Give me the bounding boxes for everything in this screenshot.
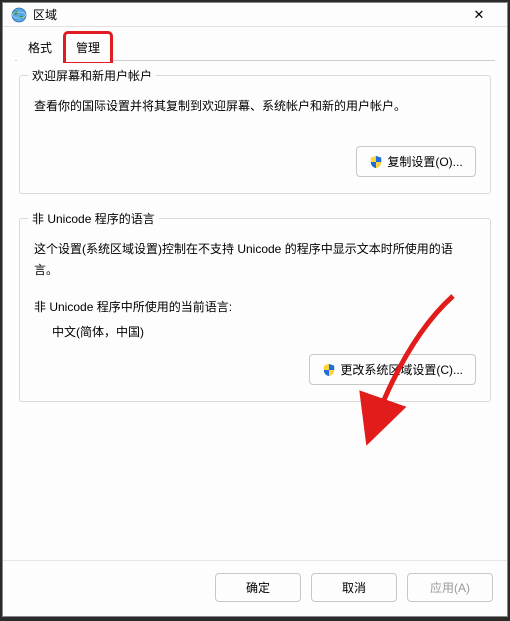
copy-settings-label: 复制设置(O)... <box>387 153 462 170</box>
titlebar: 区域 ✕ <box>3 3 507 27</box>
close-button[interactable]: ✕ <box>459 7 499 23</box>
change-system-locale-button[interactable]: 更改系统区域设置(C)... <box>309 354 476 385</box>
content-area: 格式 管理 欢迎屏幕和新用户帐户 查看你的国际设置并将其复制到欢迎屏幕、系统帐户… <box>3 27 507 560</box>
group-welcome-desc: 查看你的国际设置并将其复制到欢迎屏幕、系统帐户和新的用户帐户。 <box>34 96 476 116</box>
group-non-unicode: 非 Unicode 程序的语言 这个设置(系统区域设置)控制在不支持 Unico… <box>19 218 491 402</box>
window-title: 区域 <box>33 6 459 23</box>
current-language-value: 中文(简体，中国) <box>52 323 476 340</box>
copy-settings-button[interactable]: 复制设置(O)... <box>356 146 476 177</box>
tab-format[interactable]: 格式 <box>17 33 63 61</box>
group-welcome-legend: 欢迎屏幕和新用户帐户 <box>28 67 156 84</box>
change-system-locale-label: 更改系统区域设置(C)... <box>340 361 463 378</box>
tab-page-admin: 欢迎屏幕和新用户帐户 查看你的国际设置并将其复制到欢迎屏幕、系统帐户和新的用户帐… <box>15 60 495 560</box>
tab-strip: 格式 管理 <box>17 33 495 61</box>
shield-icon <box>322 363 336 377</box>
dialog-footer: 确定 取消 应用(A) <box>3 560 507 616</box>
tab-admin[interactable]: 管理 <box>65 33 111 61</box>
group-non-unicode-legend: 非 Unicode 程序的语言 <box>28 210 159 227</box>
current-language-label: 非 Unicode 程序中所使用的当前语言: <box>34 298 476 315</box>
cancel-button[interactable]: 取消 <box>311 573 397 602</box>
globe-icon <box>11 7 27 23</box>
ok-button[interactable]: 确定 <box>215 573 301 602</box>
region-dialog: 区域 ✕ 格式 管理 欢迎屏幕和新用户帐户 查看你的国际设置并将其复制到欢迎屏幕… <box>2 2 508 617</box>
group-non-unicode-desc: 这个设置(系统区域设置)控制在不支持 Unicode 的程序中显示文本时所使用的… <box>34 239 476 280</box>
shield-icon <box>369 155 383 169</box>
apply-button[interactable]: 应用(A) <box>407 573 493 602</box>
group-welcome-accounts: 欢迎屏幕和新用户帐户 查看你的国际设置并将其复制到欢迎屏幕、系统帐户和新的用户帐… <box>19 75 491 194</box>
